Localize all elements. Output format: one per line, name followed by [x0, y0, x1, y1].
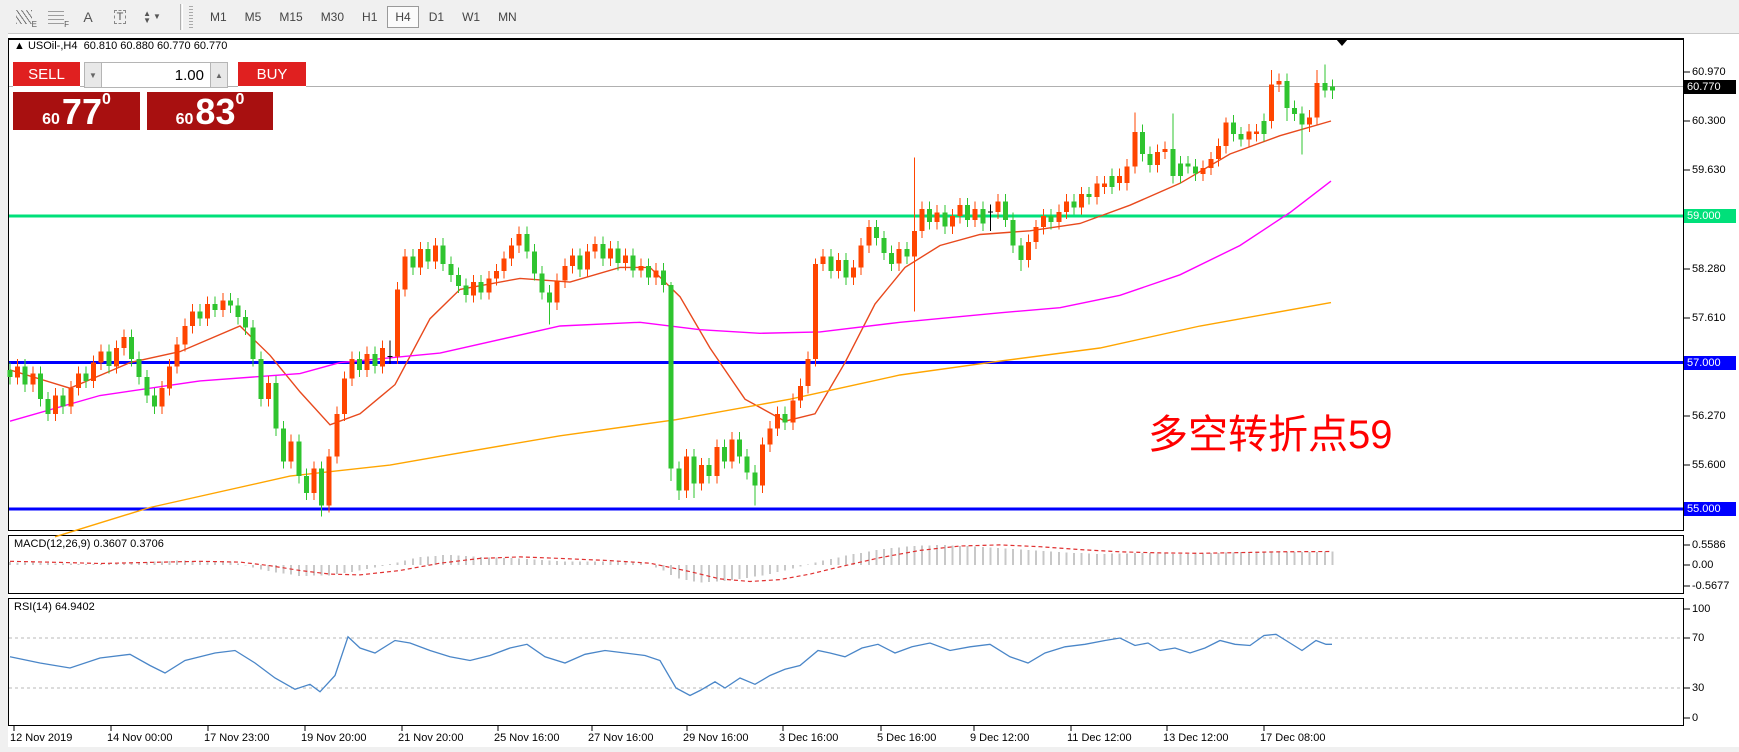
rsi-label: RSI(14) 64.9402 [14, 601, 95, 613]
one-click-trade-panel: SELL ▼ ▲ BUY 60 77 0 60 83 0 [13, 62, 306, 130]
macd-panel[interactable] [8, 535, 1684, 594]
text-label-tool-icon[interactable]: A [74, 5, 102, 29]
volume-decrease-button[interactable]: ▼ [84, 62, 102, 88]
price-tick-label: 59.630 [1692, 164, 1726, 176]
buy-price-big: 83 [195, 95, 235, 128]
panel-splitter[interactable] [8, 594, 1684, 598]
timeframe-button-m5[interactable]: M5 [237, 6, 270, 28]
grid-tool-letter: F [64, 20, 69, 29]
macd-label: MACD(12,26,9) 0.3607 0.3706 [14, 538, 164, 550]
macd-tick-label: 0.00 [1692, 559, 1713, 571]
macd-tick-label: 0.5586 [1692, 539, 1726, 551]
date-label: 12 Nov 2019 [10, 732, 72, 744]
bottom-window-strip [0, 747, 1739, 752]
date-label: 9 Dec 12:00 [970, 732, 1029, 744]
price-tick-label: 58.280 [1692, 263, 1726, 275]
fibo-grid-tool-icon[interactable]: F [42, 5, 70, 29]
grid-glyph [48, 10, 64, 24]
date-label: 17 Nov 23:00 [204, 732, 269, 744]
buy-price-sup: 0 [235, 92, 244, 108]
price-badge-60.770: 60.770 [1684, 80, 1736, 94]
toolbar: E F A T ▲▼ ▼ M1M5M15M30H1H4D1W1MN [0, 0, 1739, 34]
ohlc-values: 60.810 60.880 60.770 60.770 [84, 40, 228, 52]
rsi-tick-label: 100 [1692, 603, 1710, 615]
timeframe-button-w1[interactable]: W1 [454, 6, 488, 28]
timeframe-button-mn[interactable]: MN [490, 6, 525, 28]
arrows-glyph: ▲▼ [143, 10, 151, 24]
price-tick-label: 55.600 [1692, 459, 1726, 471]
timeframe-button-h1[interactable]: H1 [354, 6, 385, 28]
price-badge-55.000: 55.000 [1684, 502, 1736, 516]
date-label: 27 Nov 16:00 [588, 732, 653, 744]
toolbar-drag-handle[interactable] [189, 6, 193, 28]
mt4-window: E F A T ▲▼ ▼ M1M5M15M30H1H4D1W1MN [0, 0, 1739, 752]
timeframe-button-m1[interactable]: M1 [202, 6, 235, 28]
buy-price-box[interactable]: 60 83 0 [147, 92, 273, 130]
date-label: 29 Nov 16:00 [683, 732, 748, 744]
price-badge-59.000: 59.000 [1684, 209, 1736, 223]
chart-title: ▲ USOil-,H4 60.810 60.880 60.770 60.770 [14, 40, 227, 52]
buy-button[interactable]: BUY [238, 62, 306, 88]
sell-price-big: 77 [62, 95, 102, 128]
rsi-tick-label: 30 [1692, 682, 1704, 694]
price-tick-label: 60.300 [1692, 115, 1726, 127]
rsi-panel[interactable] [8, 598, 1684, 726]
date-label: 17 Dec 08:00 [1260, 732, 1325, 744]
timeframe-button-h4[interactable]: H4 [387, 6, 418, 28]
caret-down-icon[interactable]: ▼ [153, 12, 161, 21]
date-label: 14 Nov 00:00 [107, 732, 172, 744]
price-tick-label: 57.610 [1692, 312, 1726, 324]
date-label: 11 Dec 12:00 [1067, 732, 1132, 744]
timeframe-button-d1[interactable]: D1 [421, 6, 452, 28]
price-tick-label: 60.970 [1692, 66, 1726, 78]
price-badge-57.000: 57.000 [1684, 356, 1736, 370]
drawing-tools-group: E F A T ▲▼ ▼ [0, 5, 170, 29]
sell-price-prefix: 60 [42, 112, 60, 128]
date-label: 3 Dec 16:00 [779, 732, 838, 744]
pattern-tool-letter: E [32, 20, 37, 29]
toolbar-separator [180, 4, 183, 30]
sell-button[interactable]: SELL [13, 62, 80, 88]
panel-splitter[interactable] [8, 531, 1684, 535]
volume-increase-button[interactable]: ▲ [210, 62, 228, 88]
rsi-tick-label: 70 [1692, 632, 1704, 644]
price-tick-label: 56.270 [1692, 410, 1726, 422]
pattern-tool-icon[interactable]: E [10, 5, 38, 29]
chart-text-annotation[interactable]: 多空转折点59 [1148, 402, 1393, 460]
date-label: 19 Nov 20:00 [301, 732, 366, 744]
textbox-tool-icon[interactable]: T [106, 5, 134, 29]
sell-price-box[interactable]: 60 77 0 [13, 92, 140, 130]
buy-price-prefix: 60 [176, 112, 194, 128]
timeframe-button-m30[interactable]: M30 [313, 6, 352, 28]
timeframe-bar: M1M5M15M30H1H4D1W1MN [201, 6, 526, 28]
symbol-name: USOil-,H4 [28, 40, 78, 52]
text-a-glyph: A [83, 9, 92, 25]
sell-price-sup: 0 [102, 92, 111, 108]
hatch-glyph [16, 10, 32, 24]
left-window-strip [0, 33, 8, 752]
date-label: 21 Nov 20:00 [398, 732, 463, 744]
text-t-glyph: T [114, 10, 127, 24]
date-label: 13 Dec 12:00 [1163, 732, 1228, 744]
volume-input[interactable] [102, 62, 210, 88]
cycle-lines-tool-icon[interactable]: ▲▼ ▼ [138, 5, 166, 29]
timeframe-button-m15[interactable]: M15 [271, 6, 310, 28]
rsi-tick-label: 0 [1692, 712, 1698, 724]
date-label: 5 Dec 16:00 [877, 732, 936, 744]
macd-tick-label: -0.5677 [1692, 580, 1729, 592]
date-label: 25 Nov 16:00 [494, 732, 559, 744]
symbol-marker-icon: ▲ [14, 40, 25, 52]
